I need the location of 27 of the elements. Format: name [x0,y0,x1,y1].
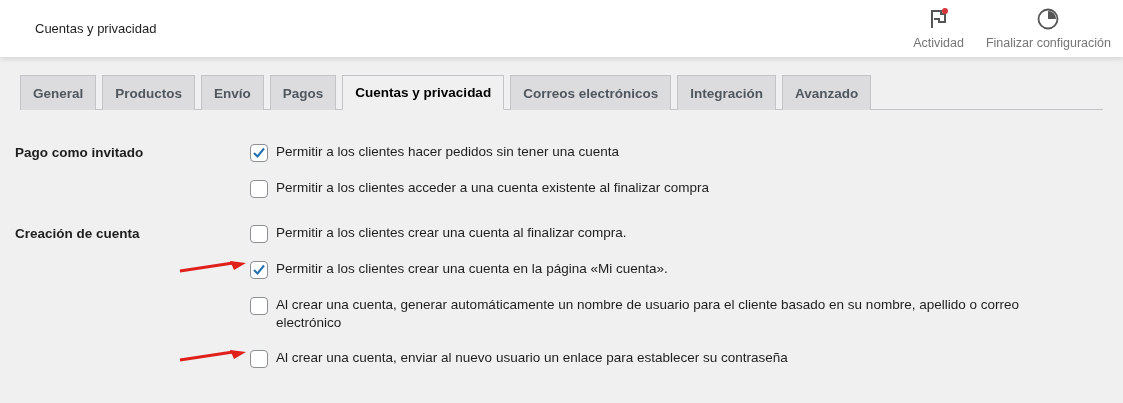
tab[interactable]: Avanzado [781,75,872,110]
tab[interactable]: Pagos [269,75,337,110]
tab[interactable]: Productos [102,75,196,110]
checkbox[interactable] [250,261,268,279]
page-title: Cuentas y privacidad [35,21,157,36]
tab[interactable]: Integración [677,75,776,110]
setting-label: Creación de cuenta [15,225,140,241]
checkbox[interactable] [250,225,268,243]
checkbox-label: Permitir a los clientes hacer pedidos sin tener una cuenta [276,143,619,161]
tab[interactable]: General [20,75,97,110]
setup-button[interactable]: Finalizar configuración [985,7,1111,50]
setting-label: Pago como invitado [15,144,144,160]
checkbox-label: Permitir a los clientes crear una cuenta al finalizar compra. [276,224,627,242]
checkbox-label: Permitir a los clientes crear una cuenta en la página «Mi cuenta». [276,260,668,278]
tab[interactable]: Correos electrónicos [510,75,672,110]
checkbox-label: Al crear una cuenta, generar automáticamente un nombre de usuario para el cliente basado en su nombre, apellido o correo electrónico [276,296,1020,332]
checkbox-label: Permitir a los clientes acceder a una cuenta existente al finalizar compra [276,179,709,197]
checkbox[interactable] [250,297,268,315]
checkbox[interactable] [250,350,268,368]
checkbox[interactable] [250,180,268,198]
checkbox[interactable] [250,144,268,162]
flag-icon [928,7,949,30]
activity-button[interactable]: Actividad [913,7,964,50]
tab[interactable]: Cuentas y privacidad [342,75,505,110]
checkbox-label: Al crear una cuenta, enviar al nuevo usuario un enlace para establecer su contraseña [276,349,788,367]
progress-circle-icon [1037,7,1060,30]
tab[interactable]: Envío [201,75,264,110]
